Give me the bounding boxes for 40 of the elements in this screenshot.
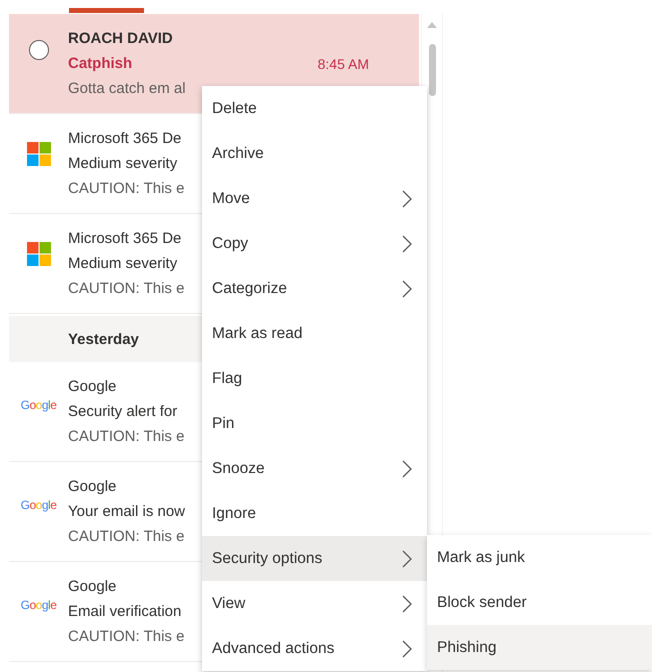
subject-text: Security alert for: [68, 403, 178, 420]
windows-logo-icon: [26, 242, 50, 266]
subject-text: Medium severity: [68, 155, 178, 172]
menu-item[interactable]: Archive: [202, 131, 427, 176]
menu-item[interactable]: Copy: [202, 221, 427, 266]
menu-item[interactable]: Mark as junk: [427, 535, 652, 580]
preview-text: CAUTION: This e: [68, 279, 184, 299]
sender-name: Microsoft 365 De: [68, 129, 182, 149]
menu-item[interactable]: Pin: [202, 401, 427, 446]
sender-name: Microsoft 365 De: [68, 229, 182, 249]
time-text: 8:45 AM: [318, 56, 369, 72]
preview-text: CAUTION: This e: [68, 627, 184, 647]
subject-text: Your email is now: [68, 503, 186, 520]
google-logo: Google: [20, 498, 56, 512]
menu-item[interactable]: Ignore: [202, 491, 427, 536]
menu-item[interactable]: Phishing: [427, 625, 652, 670]
google-logo: Google: [20, 398, 56, 412]
google-logo: Google: [20, 598, 56, 612]
menu-item[interactable]: Block sender: [427, 580, 652, 625]
sender-name: Google: [68, 477, 116, 497]
preview-text: CAUTION: This e: [68, 179, 184, 199]
subject-text: Medium severity: [68, 255, 178, 272]
scroll-thumb[interactable]: [428, 44, 436, 96]
menu-item[interactable]: Snooze: [202, 446, 427, 491]
preview-text: CAUTION: This e: [68, 527, 184, 547]
windows-logo-icon: [26, 142, 50, 166]
sender-name: ROACH DAVID: [68, 29, 173, 49]
preview-text: CAUTION: This e: [68, 427, 184, 447]
subject-text: Email verification: [68, 603, 182, 620]
menu-item[interactable]: Categorize: [202, 266, 427, 311]
select-checkbox[interactable]: [28, 40, 48, 60]
menu-item[interactable]: Move: [202, 176, 427, 221]
sender-name: Google: [68, 577, 116, 597]
menu-item[interactable]: Security options: [202, 536, 427, 581]
preview-text: Gotta catch em al: [68, 79, 186, 99]
menu-item[interactable]: Advanced actions: [202, 626, 427, 671]
subject-text: Catphish: [68, 55, 132, 72]
sender-name: Google: [68, 377, 116, 397]
menu-item[interactable]: View: [202, 581, 427, 626]
scroll-up-icon[interactable]: [427, 22, 437, 28]
